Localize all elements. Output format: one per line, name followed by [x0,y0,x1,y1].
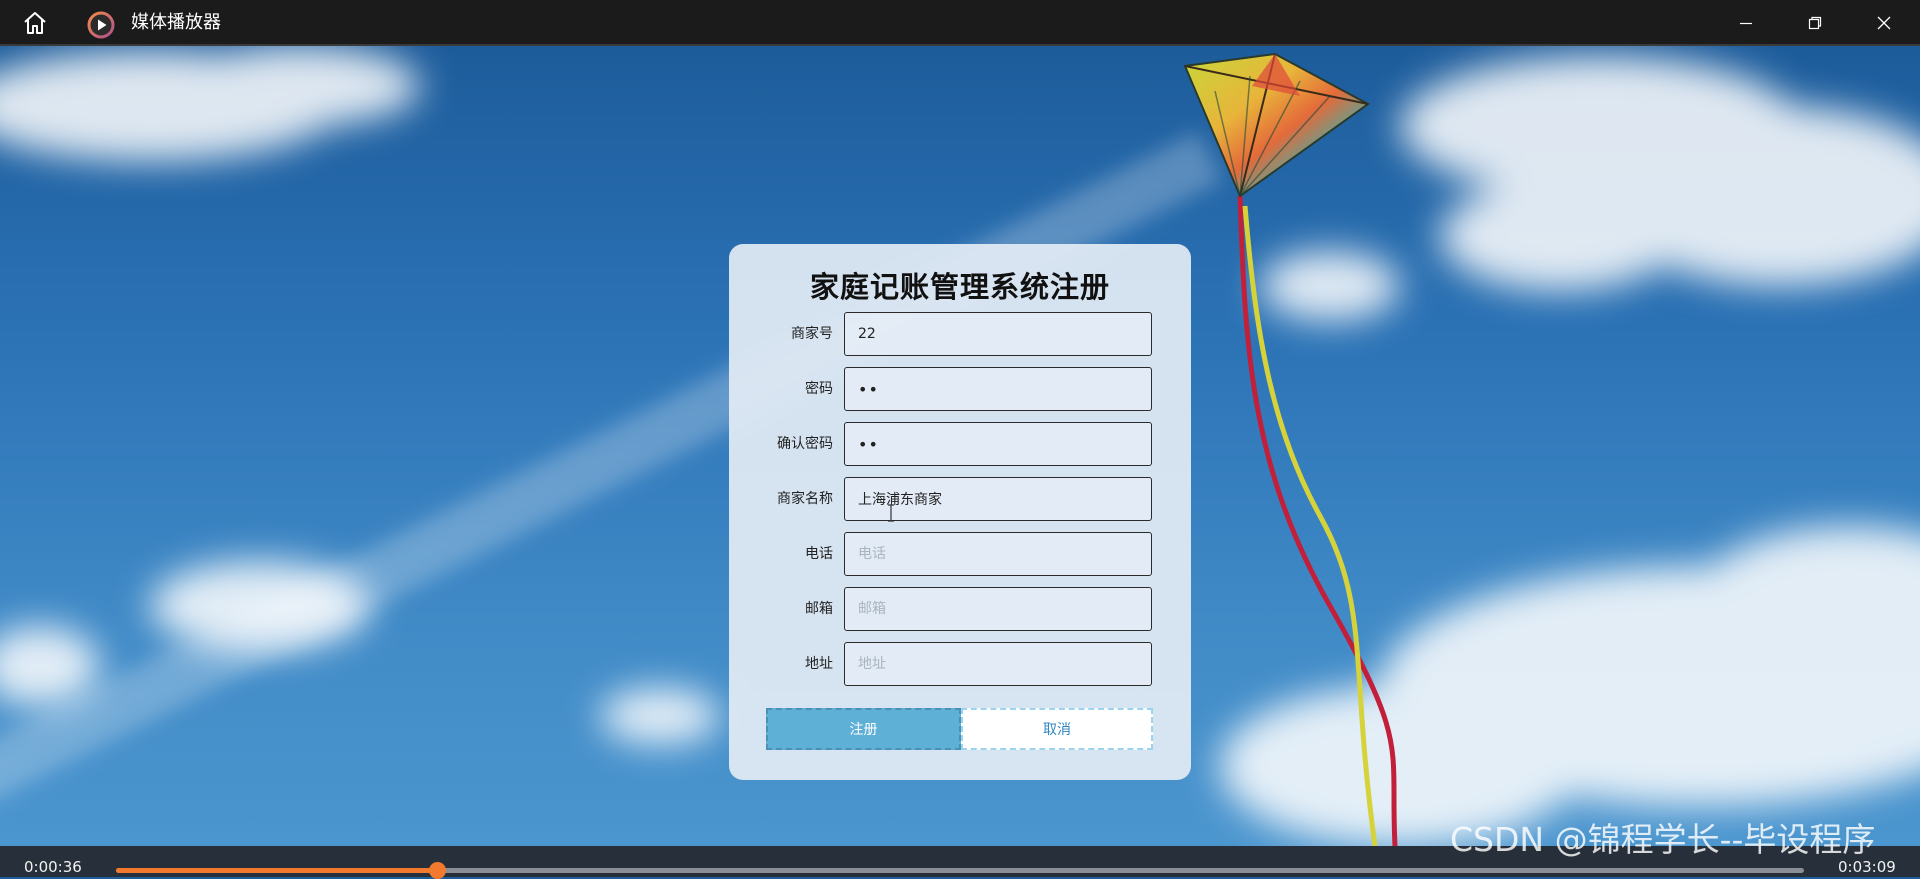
close-button[interactable] [1850,0,1918,46]
cancel-button[interactable]: 取消 [961,708,1153,750]
home-icon[interactable] [20,10,50,36]
password-label: 密码 [805,381,833,397]
current-time: 0:00:36 [24,858,82,876]
phone-label: 电话 [805,546,833,562]
restore-button[interactable] [1781,0,1849,46]
minimize-button[interactable] [1712,0,1780,46]
field-password: 密码 [729,367,1191,411]
merchant-name-label: 商家名称 [777,491,833,507]
close-icon [1877,16,1891,30]
address-label: 地址 [805,656,833,672]
address-input[interactable] [844,642,1152,686]
field-confirm-password: 确认密码 [729,422,1191,466]
field-merchant-name: 商家名称 [729,477,1191,521]
email-label: 邮箱 [805,601,833,617]
field-email: 邮箱 [729,587,1191,631]
seek-slider[interactable] [116,862,1804,879]
text-cursor-icon [888,504,894,522]
total-time: 0:03:09 [1838,858,1896,876]
watermark-text: CSDN @锦程学长--毕设程序 [1450,820,1876,859]
seek-thumb[interactable] [428,862,446,879]
field-phone: 电话 [729,532,1191,576]
confirm-password-input[interactable] [844,422,1152,466]
password-input[interactable] [844,367,1152,411]
form-title: 家庭记账管理系统注册 [809,270,1110,304]
merchant-id-label: 商家号 [791,326,833,342]
restore-icon [1808,16,1822,30]
field-merchant-id: 商家号 [729,312,1191,356]
phone-input[interactable] [844,532,1152,576]
title-bar: 媒体播放器 [0,0,1920,46]
register-button[interactable]: 注册 [766,708,961,750]
seek-progress-fill [116,868,437,873]
field-address: 地址 [729,642,1191,686]
merchant-id-input[interactable] [844,312,1152,356]
confirm-password-label: 确认密码 [777,436,833,452]
window-title: 媒体播放器 [131,12,221,33]
minimize-icon [1740,22,1752,25]
register-form: 家庭记账管理系统注册 商家号 密码 确认密码 商家名称 电话 邮箱 地址 注册 … [729,244,1191,780]
media-player-icon [86,10,116,40]
email-input[interactable] [844,587,1152,631]
